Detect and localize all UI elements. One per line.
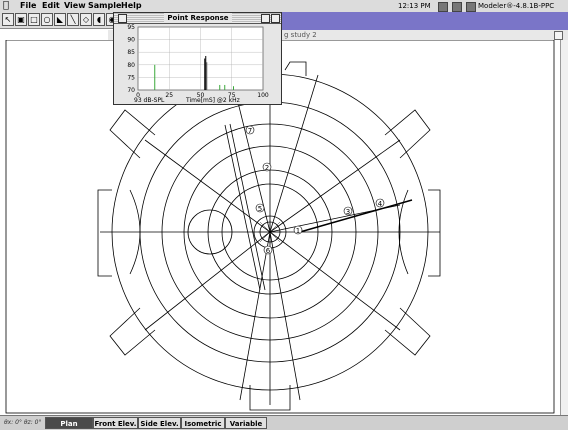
zoom-box-icon[interactable]: [261, 14, 270, 23]
plan-geometry: [97, 61, 441, 411]
collapse-box-icon[interactable]: [271, 14, 280, 23]
response-bar: [205, 55, 207, 90]
marker-4[interactable]: 4: [375, 198, 385, 208]
y-tick-label: 90: [127, 37, 135, 44]
svg-text:1: 1: [296, 227, 300, 235]
y-tick-label: 85: [127, 49, 135, 56]
time-axis-label: Time[mS] @2 kHz: [186, 97, 240, 104]
app-icon: [466, 2, 476, 12]
monitor-icon[interactable]: [438, 2, 448, 12]
marker-7[interactable]: 7: [245, 125, 255, 135]
svg-text:2: 2: [265, 164, 269, 172]
marker-6[interactable]: 6: [263, 245, 273, 255]
tab-plan[interactable]: Plan: [45, 417, 93, 429]
x-tick-label: 25: [165, 92, 173, 98]
menubar-clock: 12:13 PM: [398, 2, 431, 10]
point-response-title: Point Response: [164, 13, 232, 23]
tab-isometric[interactable]: Isometric: [181, 417, 225, 429]
vertical-scrollbar[interactable]: [560, 40, 568, 415]
x-tick-label: 100: [257, 92, 269, 98]
y-tick-labels: 95 90 85 80 75 70: [127, 24, 135, 94]
point-response-chart: 959085807570 0 25 50 75 100: [127, 24, 269, 98]
tab-variable[interactable]: Variable: [225, 417, 267, 429]
line-tool-icon[interactable]: ╲: [67, 13, 79, 26]
marker-3[interactable]: 3: [343, 206, 353, 216]
svg-text:3: 3: [346, 208, 350, 216]
tab-side-elev[interactable]: Side Elev.: [138, 417, 181, 429]
menu-file[interactable]: File: [20, 0, 36, 12]
menu-help[interactable]: Help: [121, 0, 142, 12]
y-tick-label: 95: [127, 24, 135, 31]
application-menu[interactable]: Modeler®-4.8.1B-PPC: [478, 0, 554, 12]
response-bar: [204, 58, 206, 90]
response-bar: [233, 86, 234, 90]
y-tick-label: 70: [127, 87, 135, 94]
svg-text:7: 7: [248, 127, 252, 135]
rotation-readout: θx: 0° θz: 0°: [4, 419, 42, 426]
plan-markers: 1 2 3 4 5 6 7: [245, 125, 385, 255]
center-source-icon[interactable]: [258, 220, 282, 244]
tab-front-elev[interactable]: Front Elev.: [93, 417, 138, 429]
menu-view[interactable]: View: [64, 0, 86, 12]
zoom-box-icon[interactable]: [554, 31, 563, 40]
response-bar: [206, 62, 208, 90]
speaker-icon[interactable]: [452, 2, 462, 12]
oval-tool-icon[interactable]: ○: [41, 13, 53, 26]
svg-text:6: 6: [266, 247, 271, 255]
response-bar: [219, 84, 221, 90]
slope-tool-icon[interactable]: ◣: [54, 13, 66, 26]
view-tab-bar: θx: 0° θz: 0° Plan Front Elev. Side Elev…: [0, 415, 568, 430]
rectangle-tool-icon[interactable]: □: [28, 13, 40, 26]
menu-sample[interactable]: Sample: [88, 0, 121, 12]
svg-text:4: 4: [378, 200, 383, 208]
drawing-window-title: g study 2: [284, 31, 317, 39]
speaker-tool-icon[interactable]: ◖: [93, 13, 105, 26]
desktop-background: [282, 12, 568, 30]
point-response-window[interactable]: Point Response 95 90 85 80 75 70 0 25 50 75 100 9…: [113, 12, 282, 105]
marker-5[interactable]: 5: [255, 203, 265, 213]
svg-text:5: 5: [258, 205, 262, 213]
response-bar: [154, 64, 156, 90]
marker-1[interactable]: 1: [293, 225, 303, 235]
arrow-tool-icon[interactable]: ↖: [2, 13, 14, 26]
close-box-icon[interactable]: [118, 14, 127, 23]
rectangle-select-tool-icon[interactable]: ▣: [15, 13, 27, 26]
y-tick-label: 75: [127, 74, 135, 81]
apple-menu-icon[interactable]: : [3, 0, 9, 12]
y-tick-label: 80: [127, 62, 135, 69]
menu-edit[interactable]: Edit: [42, 0, 60, 12]
response-bar: [224, 84, 226, 90]
polygon-tool-icon[interactable]: ◇: [80, 13, 92, 26]
spl-readout: 93 dB-SPL: [134, 97, 165, 104]
